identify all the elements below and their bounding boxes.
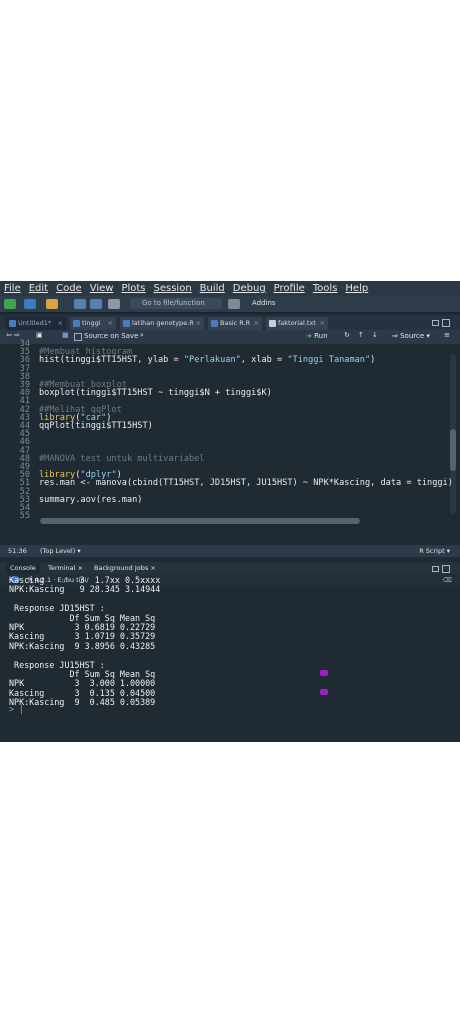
code-text: hist(tinggi$TT15HST, ylab = "Perlakuan",… (39, 355, 376, 366)
close-icon[interactable]: × (78, 564, 83, 572)
tab-background-jobs[interactable]: Background Jobs × (90, 562, 160, 574)
close-icon[interactable]: × (254, 317, 259, 330)
code-text: boxplot(tinggi$TT15HST ~ tinggi$N + ting… (39, 388, 272, 399)
r-file-icon (211, 320, 218, 327)
scope-selector[interactable]: (Top Level) ▾ (40, 545, 81, 557)
code-text: #MANOVA test untuk multivariabel (39, 453, 205, 464)
down-arrow-icon[interactable]: ↓ (372, 331, 378, 339)
file-type-label: R Script (419, 547, 445, 555)
menu-bar: File Edit Code View Plots Session Build Debug Pr… (0, 281, 460, 296)
source-on-save-label: Source on Save (84, 332, 139, 340)
console-line: NPK:Kascing 9 3.8956 0.43285 (9, 640, 156, 651)
editor-status-bar: 51:36 (Top Level) ▾ R Script ▾ (0, 545, 460, 557)
tab-label: Untitled1* (18, 319, 52, 327)
addins-menu[interactable]: Addins (252, 298, 276, 309)
close-icon[interactable]: × (320, 317, 325, 330)
source-label: Source (400, 332, 425, 340)
menu-item-session[interactable]: Session (154, 283, 192, 294)
tab-terminal[interactable]: Terminal × (44, 562, 87, 574)
tab-label: Background Jobs (94, 564, 149, 572)
close-icon[interactable]: × (196, 317, 201, 330)
minimize-pane-icon[interactable] (432, 320, 439, 326)
console-output[interactable]: > | Kascing 3 1.7xx 0.5xxxx NPK:Kascing 9… (0, 575, 460, 736)
editor-vertical-scrollbar[interactable] (450, 354, 456, 514)
text-file-icon (269, 320, 276, 327)
rerun-icon[interactable]: ↻ (344, 331, 350, 339)
scroll-thumb[interactable] (450, 429, 456, 471)
menu-item-plots[interactable]: Plots (121, 283, 145, 294)
cursor-position: 51:36 (8, 547, 27, 555)
main-toolbar: Go to file/function Addins (0, 296, 460, 313)
console-line: NPK:Kascing 9 28.345 3.14944 (9, 584, 161, 595)
menu-item-help[interactable]: Help (345, 283, 368, 294)
close-icon[interactable]: × (108, 317, 113, 330)
tab-label: faktorial.txt (278, 319, 316, 327)
menu-item-code[interactable]: Code (56, 283, 82, 294)
source-on-save-checkbox[interactable] (74, 333, 82, 341)
go-to-file-input[interactable]: Go to file/function (130, 298, 222, 309)
scope-label: (Top Level) (40, 547, 76, 555)
tab-label: Basic R.R (220, 319, 251, 327)
new-project-icon[interactable] (24, 299, 36, 309)
file-type-selector[interactable]: R Script ▾ (419, 545, 450, 557)
code-text: res.man <- manova(cbind(TT15HST, JD15HST… (39, 478, 453, 489)
menu-item-tools[interactable]: Tools (313, 283, 338, 294)
rstudio-window: File Edit Code View Plots Session Build Debug Pr… (0, 281, 460, 742)
tab-faktorial[interactable]: faktorial.txt × (266, 317, 328, 330)
tab-latihan-genotype[interactable]: latihan genotype.R × (120, 317, 204, 330)
up-arrow-icon[interactable]: ↑ (358, 331, 364, 339)
save-icon[interactable]: ■ (62, 331, 69, 339)
menu-item-debug[interactable]: Debug (233, 283, 266, 294)
show-in-window-icon[interactable]: ▣ (36, 331, 43, 339)
console-line: NPK:Kascing 9 0.485 0.05389 (9, 697, 156, 708)
r-file-icon (9, 320, 16, 327)
tab-untitled1[interactable]: Untitled1* × (6, 317, 66, 330)
editor-horizontal-scrollbar[interactable] (40, 518, 360, 524)
minimize-pane-icon[interactable] (432, 566, 439, 572)
tab-label: tinggi (82, 319, 101, 327)
code-text: summary.aov(res.man) (39, 494, 143, 505)
outline-icon[interactable]: ≡ (444, 331, 450, 339)
code-text: qqPlot(tinggi$TT15HST) (39, 421, 153, 431)
menu-item-build[interactable]: Build (200, 283, 225, 294)
close-icon[interactable]: × (150, 564, 155, 572)
print-icon[interactable] (108, 299, 120, 309)
back-arrow-icon[interactable]: ⇦ ⇨ (6, 331, 20, 339)
console-panel-tabs: Console Terminal × Background Jobs × (0, 562, 460, 574)
color-marker-icon (320, 689, 328, 695)
menu-item-profile[interactable]: Profile (274, 283, 305, 294)
save-icon[interactable] (74, 299, 86, 309)
tab-basic-r[interactable]: Basic R.R × (208, 317, 262, 330)
maximize-pane-icon[interactable] (442, 319, 450, 327)
tab-console[interactable]: Console (6, 562, 40, 574)
color-marker-icon (320, 670, 328, 676)
source-button[interactable]: ⇒ Source ▾ (392, 332, 430, 340)
new-file-icon[interactable] (4, 299, 16, 309)
menu-item-view[interactable]: View (90, 283, 114, 294)
clear-console-icon[interactable]: ⌫ (443, 574, 452, 586)
run-label: Run (314, 332, 328, 340)
menu-item-edit[interactable]: Edit (29, 283, 48, 294)
editor-tabs: Untitled1* × tinggi × latihan genotype.R × … (0, 315, 460, 330)
search-icon[interactable]: ⌕ (140, 331, 144, 340)
tab-label: Terminal (48, 564, 76, 572)
workspace-panes-icon[interactable] (228, 299, 240, 309)
open-file-icon[interactable] (46, 299, 58, 309)
run-button[interactable]: ➔ Run (306, 332, 328, 340)
line-number: 55 (19, 511, 30, 522)
tab-tinggi[interactable]: tinggi × (70, 317, 116, 330)
save-all-icon[interactable] (90, 299, 102, 309)
r-file-icon (123, 320, 130, 327)
close-icon[interactable]: × (58, 317, 63, 330)
data-file-icon (73, 320, 80, 327)
menu-item-file[interactable]: File (4, 283, 21, 294)
tab-label: latihan genotype.R (132, 319, 194, 327)
maximize-pane-icon[interactable] (442, 565, 450, 573)
code-editor[interactable]: 34 35 #Membuat histogram 36 hist(tinggi$TT15… (0, 339, 460, 526)
editor-toolbar: ⇦ ⇨ ▣ ■ Source on Save ⌕ ➔ Run ↻ ↑ ↓ ⇒ S… (0, 330, 460, 344)
